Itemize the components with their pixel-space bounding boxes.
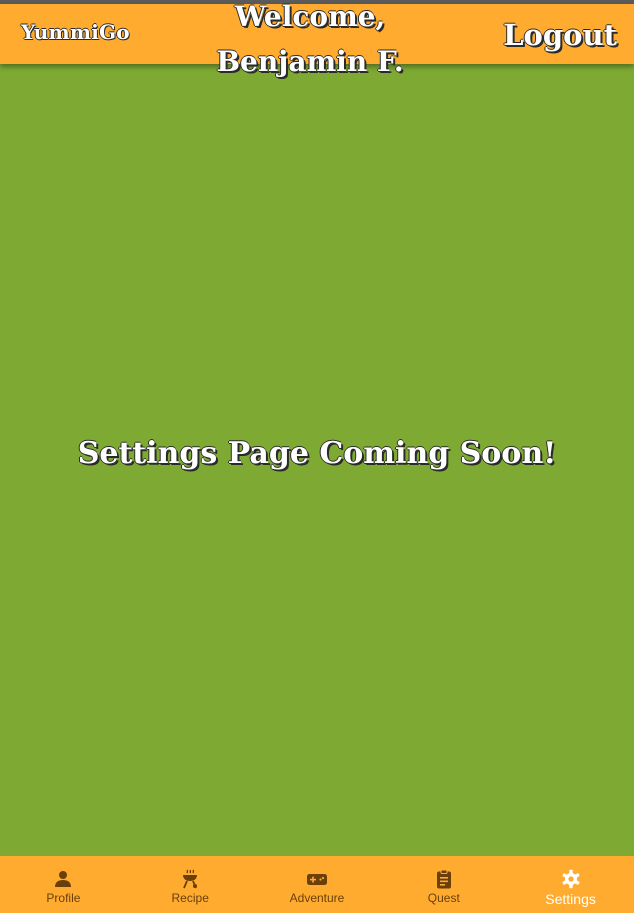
- nav-label-adventure: Adventure: [289, 891, 345, 905]
- gamepad-icon: [306, 874, 327, 885]
- nav-label-profile: Profile: [46, 891, 81, 905]
- clipboard-icon: [436, 869, 451, 889]
- welcome-user-name: Benjamin F.: [216, 45, 404, 78]
- nav-item-quest[interactable]: Quest: [380, 856, 507, 913]
- grill-icon: [183, 869, 198, 889]
- nav-label-settings: Settings: [545, 891, 596, 907]
- person-icon: [55, 871, 72, 887]
- gear-icon: [562, 869, 580, 889]
- nav-item-settings[interactable]: Settings: [507, 856, 634, 913]
- app-header: YummiGo Welcome, Benjamin F. Logout: [0, 0, 634, 78]
- welcome-line-1: Welcome,: [234, 0, 386, 33]
- nav-label-recipe: Recipe: [171, 891, 209, 905]
- nav-item-adventure[interactable]: Adventure: [254, 856, 381, 913]
- logout-button[interactable]: Logout: [503, 18, 617, 52]
- nav-label-quest: Quest: [427, 891, 460, 905]
- brand-logo-text[interactable]: YummiGo: [21, 20, 130, 44]
- coming-soon-message: Settings Page Coming Soon!: [77, 436, 557, 471]
- bottom-navigation: Profile Recipe Adventure Quest Settings: [0, 856, 634, 913]
- nav-item-profile[interactable]: Profile: [0, 856, 127, 913]
- nav-item-recipe[interactable]: Recipe: [127, 856, 254, 913]
- welcome-message: Welcome, Benjamin F.: [170, 0, 450, 84]
